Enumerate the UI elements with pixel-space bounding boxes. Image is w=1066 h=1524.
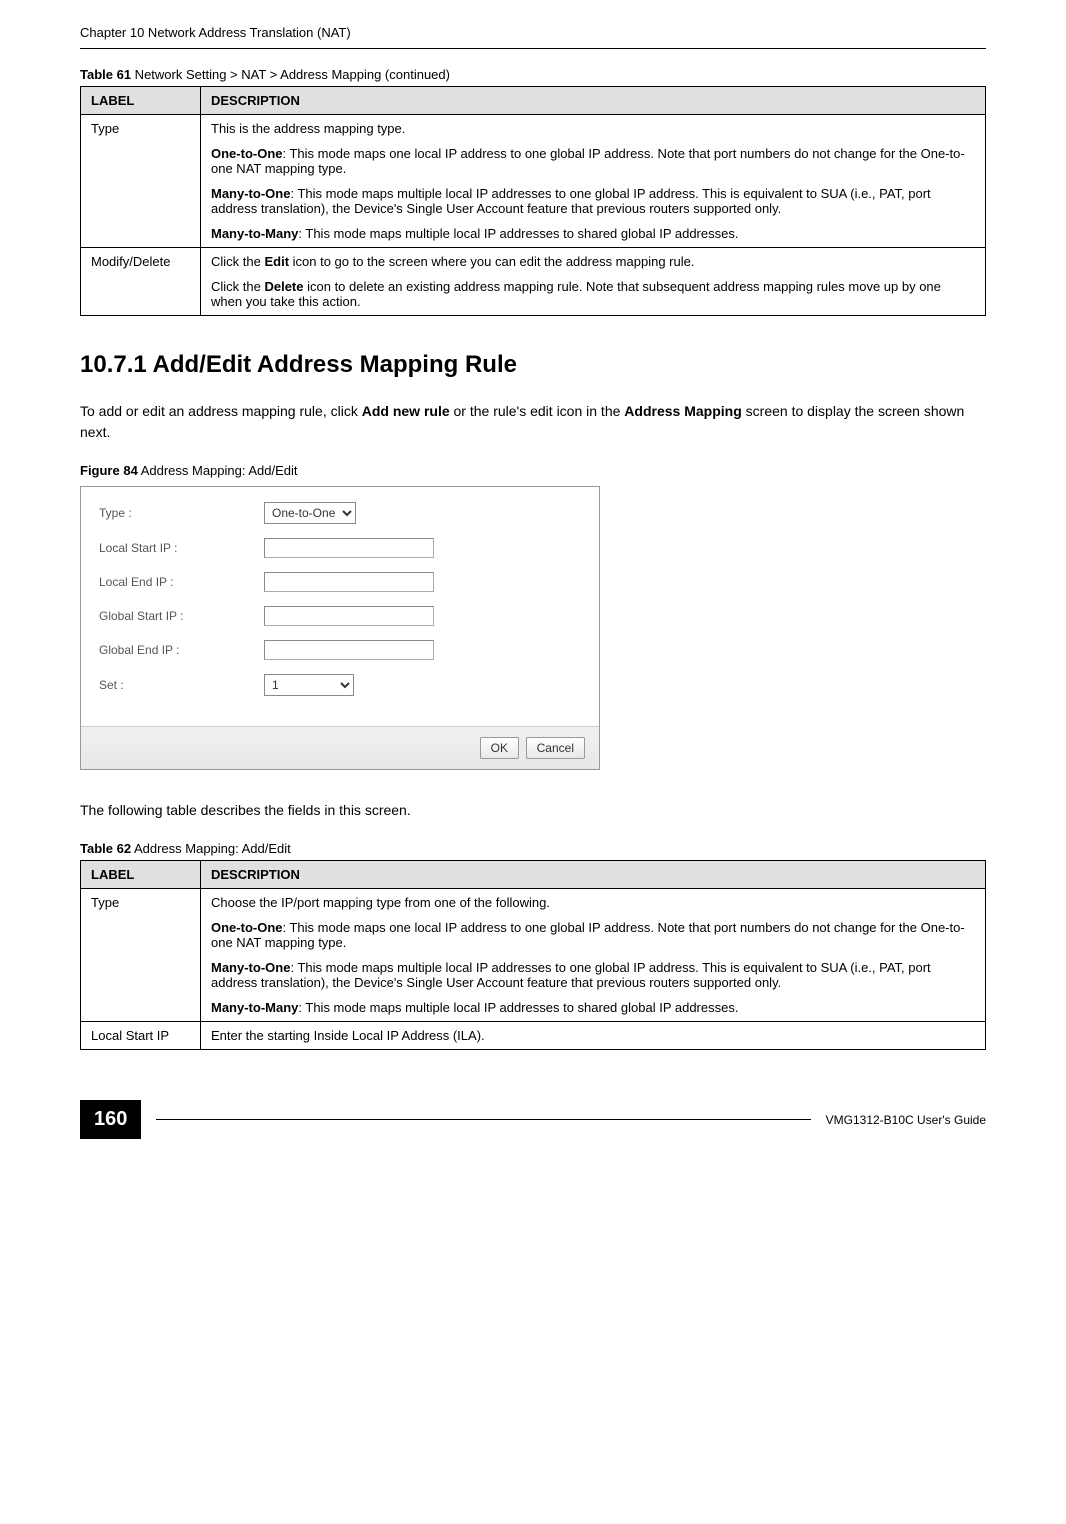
- table-row: Type Choose the IP/port mapping type from…: [81, 889, 986, 1022]
- table61-caption-rest: Network Setting > NAT > Address Mapping …: [131, 67, 450, 82]
- table62-caption-rest: Address Mapping: Add/Edit: [131, 841, 291, 856]
- table62-caption-bold: Table 62: [80, 841, 131, 856]
- page-number: 160: [80, 1100, 141, 1139]
- row-description: This is the address mapping type. One-to-…: [201, 115, 986, 248]
- figure84-caption: Figure 84 Address Mapping: Add/Edit: [80, 463, 986, 478]
- table-row: Local Start IP Enter the starting Inside …: [81, 1022, 986, 1050]
- page-footer: 160 VMG1312-B10C User's Guide: [80, 1100, 986, 1139]
- global-end-ip-input[interactable]: [264, 640, 434, 660]
- set-row: Set : 1: [99, 674, 581, 696]
- footer-divider: [156, 1119, 810, 1120]
- table61-header-desc: DESCRIPTION: [201, 87, 986, 115]
- global-start-ip-label: Global Start IP :: [99, 609, 264, 623]
- table62-header-desc: DESCRIPTION: [201, 861, 986, 889]
- local-end-ip-input[interactable]: [264, 572, 434, 592]
- description-paragraph: Many-to-Many: This mode maps multiple lo…: [211, 1000, 975, 1015]
- ok-button[interactable]: OK: [480, 737, 519, 759]
- global-end-ip-label: Global End IP :: [99, 643, 264, 657]
- cancel-button[interactable]: Cancel: [526, 737, 585, 759]
- description-paragraph: Choose the IP/port mapping type from one…: [211, 895, 975, 910]
- row-label: Modify/Delete: [81, 248, 201, 316]
- description-paragraph: Enter the starting Inside Local IP Addre…: [211, 1028, 975, 1043]
- chapter-title: Chapter 10 Network Address Translation (…: [80, 25, 986, 40]
- table62-caption: Table 62 Address Mapping: Add/Edit: [80, 841, 986, 856]
- table62-intro: The following table describes the fields…: [80, 800, 986, 821]
- row-description: Enter the starting Inside Local IP Addre…: [201, 1022, 986, 1050]
- figure84-caption-rest: Address Mapping: Add/Edit: [138, 463, 298, 478]
- local-start-ip-input[interactable]: [264, 538, 434, 558]
- table61-header-row: LABEL DESCRIPTION: [81, 87, 986, 115]
- table61-caption-bold: Table 61: [80, 67, 131, 82]
- description-paragraph: Many-to-Many: This mode maps multiple lo…: [211, 226, 975, 241]
- description-paragraph: Many-to-One: This mode maps multiple loc…: [211, 960, 975, 990]
- table62-header-label: LABEL: [81, 861, 201, 889]
- guide-name: VMG1312-B10C User's Guide: [826, 1113, 986, 1127]
- row-label: Local Start IP: [81, 1022, 201, 1050]
- section-heading: 10.7.1 Add/Edit Address Mapping Rule: [80, 351, 986, 379]
- global-end-ip-row: Global End IP :: [99, 640, 581, 660]
- row-label: Type: [81, 115, 201, 248]
- table61-body: Type This is the address mapping type. One…: [81, 115, 986, 316]
- table61: LABEL DESCRIPTION TypeThis is the addres…: [80, 86, 986, 316]
- local-start-ip-label: Local Start IP :: [99, 541, 264, 555]
- description-paragraph: Many-to-One: This mode maps multiple loc…: [211, 186, 975, 216]
- description-paragraph: One-to-One: This mode maps one local IP …: [211, 920, 975, 950]
- local-start-ip-row: Local Start IP :: [99, 538, 581, 558]
- type-select[interactable]: One-to-One: [264, 502, 356, 524]
- table62-header-row: LABEL DESCRIPTION: [81, 861, 986, 889]
- description-paragraph: This is the address mapping type.: [211, 121, 975, 136]
- row-label: Type: [81, 889, 201, 1022]
- type-row: Type : One-to-One: [99, 502, 581, 524]
- dialog-footer: OK Cancel: [81, 726, 599, 769]
- global-start-ip-row: Global Start IP :: [99, 606, 581, 626]
- table61-header-label: LABEL: [81, 87, 201, 115]
- description-paragraph: One-to-One: This mode maps one local IP …: [211, 146, 975, 176]
- figure84-dialog: Type : One-to-One Local Start IP : Local…: [80, 486, 600, 770]
- row-description: Click the Edit icon to go to the screen …: [201, 248, 986, 316]
- local-end-ip-label: Local End IP :: [99, 575, 264, 589]
- table-row: Modify/Delete Click the Edit icon to go t…: [81, 248, 986, 316]
- description-paragraph: Click the Edit icon to go to the screen …: [211, 254, 975, 269]
- set-select[interactable]: 1: [264, 674, 354, 696]
- global-start-ip-input[interactable]: [264, 606, 434, 626]
- table62: LABEL DESCRIPTION Type Choose the IP/port…: [80, 860, 986, 1050]
- table62-body: Type Choose the IP/port mapping type from…: [81, 889, 986, 1050]
- table-row: Type This is the address mapping type. One…: [81, 115, 986, 248]
- header-divider: [80, 48, 986, 49]
- figure84-caption-bold: Figure 84: [80, 463, 138, 478]
- local-end-ip-row: Local End IP :: [99, 572, 581, 592]
- set-label: Set :: [99, 678, 264, 692]
- description-paragraph: Click the Delete icon to delete an exist…: [211, 279, 975, 309]
- table61-caption: Table 61 Network Setting > NAT > Address…: [80, 67, 986, 82]
- row-description: Choose the IP/port mapping type from one…: [201, 889, 986, 1022]
- type-label: Type :: [99, 506, 264, 520]
- section-intro: To add or edit an address mapping rule, …: [80, 401, 986, 443]
